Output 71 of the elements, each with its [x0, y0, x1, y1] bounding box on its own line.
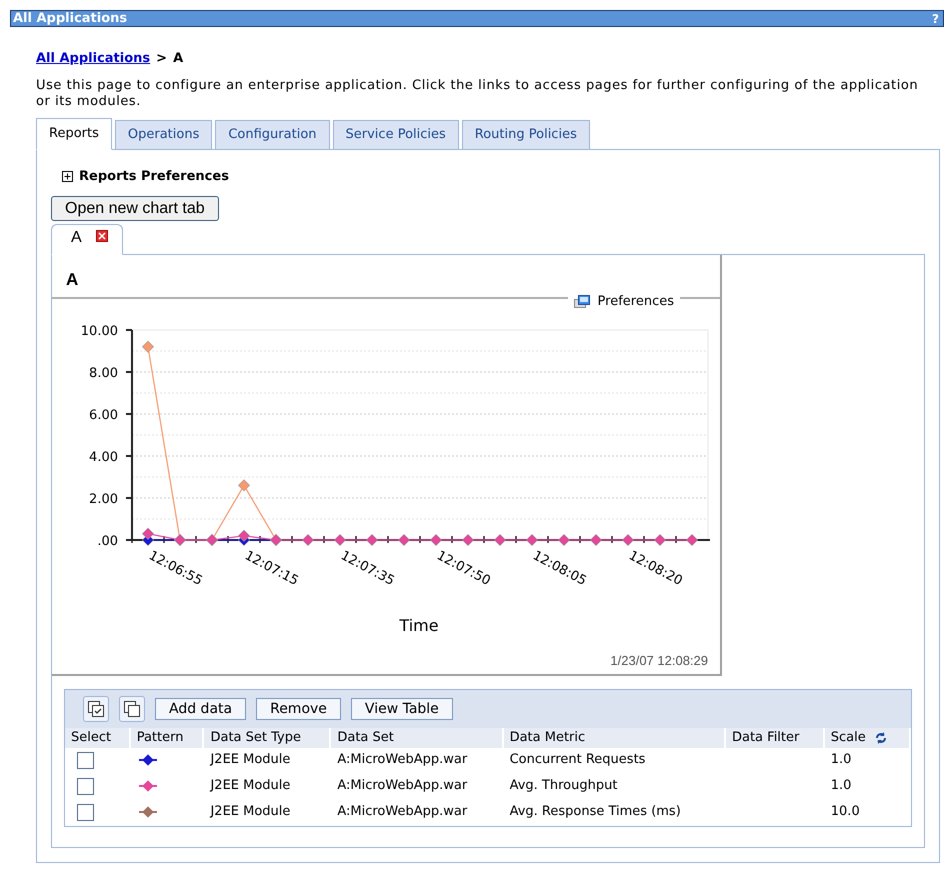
- stack-check-icon[interactable]: [83, 696, 109, 722]
- toolbar-button[interactable]: View Table: [350, 698, 453, 720]
- breadcrumb-separator: >: [156, 50, 168, 68]
- page-description: Use this page to configure an enterprise application. Click the links to access pages for further configuring of the application or its modules.: [36, 78, 920, 110]
- data-point: [430, 534, 442, 546]
- y-tick-label: 8.00: [89, 366, 118, 381]
- data-point: [238, 530, 250, 542]
- table-cell-text: A:MicroWebApp.war: [336, 777, 468, 795]
- y-tick-label: 10.00: [80, 324, 118, 339]
- table-cell-text: Avg. Throughput: [508, 777, 618, 795]
- column-header: Data Metric: [504, 728, 726, 748]
- window-title: All Applications: [13, 12, 128, 25]
- data-point: [686, 534, 698, 546]
- plus-box-icon: [62, 170, 73, 182]
- tab[interactable]: Service Policies: [332, 120, 459, 150]
- toolbar-button[interactable]: Remove: [256, 698, 341, 720]
- data-point: [366, 534, 378, 546]
- table-cell-text: J2EE Module: [208, 803, 292, 821]
- table-cell-text: Avg. Response Times (ms): [508, 803, 682, 821]
- y-tick-label: 4.00: [89, 450, 118, 465]
- x-axis-title: Time: [399, 616, 439, 635]
- refresh-icon[interactable]: [874, 730, 888, 745]
- data-point: [398, 534, 410, 546]
- tab[interactable]: Configuration: [215, 120, 330, 150]
- column-header: Data Set: [331, 728, 504, 748]
- chart-tab-label: A: [71, 230, 82, 246]
- stack-icon[interactable]: [119, 696, 145, 722]
- data-point: [462, 534, 474, 546]
- table-cell-text: A:MicroWebApp.war: [336, 751, 468, 769]
- chart-title: A: [66, 270, 78, 289]
- table-cell-text: Concurrent Requests: [508, 751, 646, 769]
- breadcrumb-link[interactable]: All Applications: [36, 49, 150, 68]
- row-checkbox[interactable]: [77, 778, 94, 795]
- data-point: [622, 534, 634, 546]
- table-cell-text: J2EE Module: [208, 751, 292, 769]
- data-point: [654, 534, 666, 546]
- column-header: Scale: [824, 728, 911, 748]
- data-point: [526, 534, 538, 546]
- y-tick-label: 2.00: [89, 492, 118, 507]
- row-checkbox[interactable]: [77, 752, 94, 769]
- column-header: Data Filter: [726, 728, 825, 748]
- monitor-icon: [574, 294, 590, 309]
- tab[interactable]: Operations: [114, 120, 212, 150]
- column-header: Select: [65, 728, 131, 748]
- tab[interactable]: Reports: [36, 118, 112, 150]
- column-header: Pattern: [130, 728, 204, 748]
- column-header: Data Set Type: [204, 728, 332, 748]
- data-point: [142, 340, 154, 353]
- close-icon[interactable]: [96, 230, 108, 242]
- toolbar-button[interactable]: Add data: [155, 698, 246, 720]
- table-cell-text: 1.0: [830, 777, 852, 795]
- row-checkbox[interactable]: [77, 804, 94, 821]
- data-point: [142, 528, 154, 540]
- table-cell-text: J2EE Module: [208, 777, 292, 795]
- chart-tab[interactable]: A: [51, 224, 123, 255]
- open-chart-tab-button[interactable]: Open new chart tab: [51, 196, 219, 221]
- data-point: [238, 480, 250, 492]
- expand-toggle[interactable]: Reports Preferences: [62, 166, 229, 186]
- table-cell-text: 10.0: [830, 803, 861, 821]
- table-cell-text: A:MicroWebApp.war: [336, 803, 468, 821]
- breadcrumb-current: A: [173, 50, 184, 68]
- chart-timestamp: 1/23/07 12:08:29: [610, 652, 708, 670]
- data-point: [334, 534, 346, 546]
- y-tick-label: .00: [97, 534, 118, 549]
- data-point: [558, 534, 570, 546]
- table-cell-text: 1.0: [830, 751, 852, 769]
- data-point: [494, 534, 506, 546]
- data-point: [302, 534, 314, 546]
- y-tick-label: 6.00: [89, 408, 118, 423]
- tab[interactable]: Routing Policies: [462, 120, 590, 150]
- data-point: [590, 534, 602, 546]
